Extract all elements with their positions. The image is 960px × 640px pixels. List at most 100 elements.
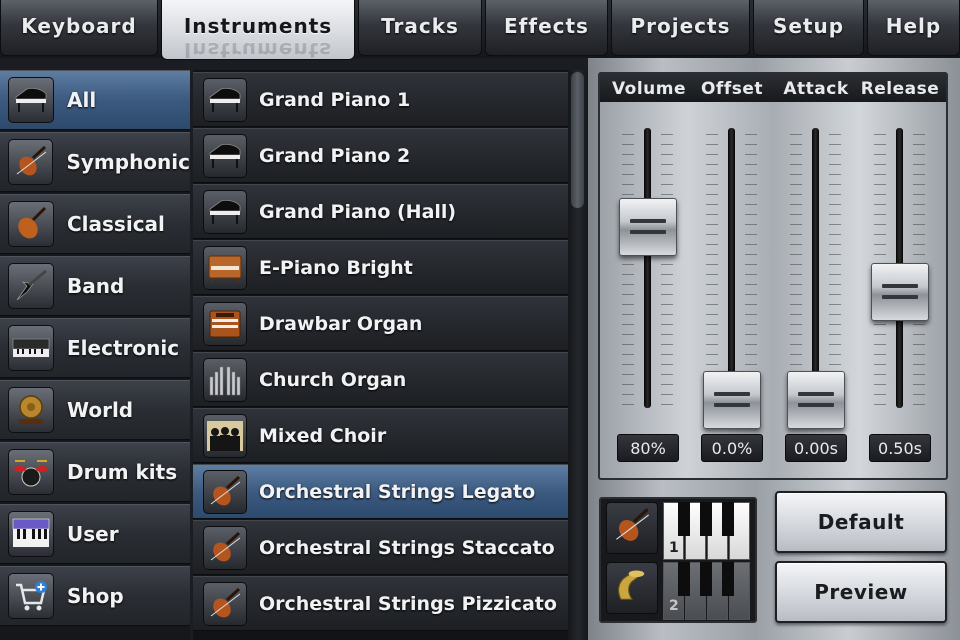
tab-projects[interactable]: Projects [611, 0, 750, 56]
offset-slider-track[interactable] [728, 128, 735, 408]
slider-tick [874, 184, 886, 185]
tab-effects[interactable]: Effects [485, 0, 608, 56]
category-label: Electronic [67, 336, 180, 360]
scrollbar-thumb[interactable] [571, 72, 584, 208]
offset-slider-knob[interactable] [703, 371, 761, 429]
slider-tick [790, 134, 802, 135]
slider-tick [790, 354, 802, 355]
tab-keyboard[interactable]: Keyboard [0, 0, 158, 56]
category-drum-kits[interactable]: Drum kits [0, 442, 190, 502]
instrument-grand-piano-2[interactable]: Grand Piano 2 [193, 128, 568, 183]
release-label: Release [860, 79, 940, 99]
slider-tick [661, 154, 673, 155]
slider-tick [829, 284, 841, 285]
slider-tick [874, 244, 886, 245]
category-band[interactable]: Band [0, 256, 190, 316]
slider-tick [661, 304, 673, 305]
slider-tick [913, 204, 925, 205]
slider-tick [790, 154, 802, 155]
slider-tick [829, 314, 841, 315]
instrument-drawbar-organ[interactable]: Drawbar Organ [193, 296, 568, 351]
slider-tick [913, 324, 925, 325]
instrument-orchestral-strings-legato[interactable]: Orchestral Strings Legato [193, 464, 568, 519]
instrument-list: Grand Piano 1 Grand Piano 2 Grand Piano … [193, 70, 568, 640]
category-electronic[interactable]: Electronic [0, 318, 190, 378]
slider-tick [622, 264, 634, 265]
violin-bow-icon [203, 525, 247, 570]
instrument-label: E-Piano Bright [259, 256, 413, 279]
instrument-grand-piano-1[interactable]: Grand Piano 1 [193, 72, 568, 127]
layer-1-button[interactable] [606, 502, 658, 554]
slider-tick [829, 224, 841, 225]
category-classical[interactable]: Classical [0, 194, 190, 254]
volume-slider-track[interactable] [644, 128, 651, 408]
instrument-e-piano-bright[interactable]: E-Piano Bright [193, 240, 568, 295]
slider-tick [706, 214, 718, 215]
slider-tick [829, 274, 841, 275]
slider-tick [913, 254, 925, 255]
instrument-grand-piano-hall[interactable]: Grand Piano (Hall) [193, 184, 568, 239]
instrument-church-organ[interactable]: Church Organ [193, 352, 568, 407]
instrument-orchestral-strings-staccato[interactable]: Orchestral Strings Staccato [193, 520, 568, 575]
layer-1-number: 1 [669, 540, 679, 556]
attack-slider-track[interactable] [812, 128, 819, 408]
volume-value: 80% [617, 434, 679, 462]
release-slider-knob[interactable] [871, 263, 929, 321]
slider-tick [874, 254, 886, 255]
attack-slider-knob[interactable] [787, 371, 845, 429]
slider-tick [745, 344, 757, 345]
slider-tick [622, 394, 634, 395]
slider-tick [622, 194, 634, 195]
slider-tick [874, 234, 886, 235]
instrument-mixed-choir[interactable]: Mixed Choir [193, 408, 568, 463]
slider-tick [913, 334, 925, 335]
category-symphonic[interactable]: Symphonic [0, 132, 190, 192]
tab-instruments-reflection: Instruments [183, 38, 333, 62]
slider-tick [790, 304, 802, 305]
slider-tick [622, 134, 634, 135]
slider-tick [622, 174, 634, 175]
slider-tick [745, 234, 757, 235]
slider-tick [790, 184, 802, 185]
slider-tick [706, 144, 718, 145]
slider-tick [622, 184, 634, 185]
tab-bar: Keyboard Instruments Instruments Tracks … [0, 0, 960, 62]
slider-tick [622, 144, 634, 145]
slider-tick [874, 344, 886, 345]
category-shop[interactable]: Shop [0, 566, 190, 626]
slider-tick [913, 394, 925, 395]
organ-icon [203, 301, 247, 346]
layer-2-keyboard[interactable]: 2 [663, 562, 753, 620]
category-label: Drum kits [67, 460, 178, 484]
slider-tick [874, 334, 886, 335]
layer-2-button[interactable] [606, 562, 658, 614]
attack-value: 0.00s [785, 434, 847, 462]
slider-tick [829, 334, 841, 335]
layer-1-keyboard[interactable]: 1 [663, 502, 753, 560]
slider-tick [913, 194, 925, 195]
slider-tick [874, 194, 886, 195]
category-all[interactable]: All [0, 70, 190, 130]
slider-tick [913, 154, 925, 155]
tab-instruments[interactable]: Instruments Instruments [161, 0, 355, 62]
preview-button[interactable]: Preview [775, 561, 947, 623]
volume-slider-knob[interactable] [619, 198, 677, 257]
category-user[interactable]: User [0, 504, 190, 564]
slider-tick [745, 174, 757, 175]
slider-tick [829, 144, 841, 145]
tab-tracks[interactable]: Tracks [358, 0, 482, 56]
category-world[interactable]: World [0, 380, 190, 440]
instrument-orchestral-strings-pizzicato[interactable]: Orchestral Strings Pizzicato [193, 576, 568, 631]
slider-tick [745, 184, 757, 185]
slider-tick [790, 264, 802, 265]
slider-tick [913, 174, 925, 175]
default-button[interactable]: Default [775, 491, 947, 553]
slider-tick [874, 324, 886, 325]
slider-tick [874, 404, 886, 405]
slider-tick [622, 284, 634, 285]
slider-tick [829, 304, 841, 305]
tab-setup[interactable]: Setup [753, 0, 864, 56]
tab-help[interactable]: Help [867, 0, 960, 56]
slider-tick [661, 144, 673, 145]
slider-tick [661, 364, 673, 365]
